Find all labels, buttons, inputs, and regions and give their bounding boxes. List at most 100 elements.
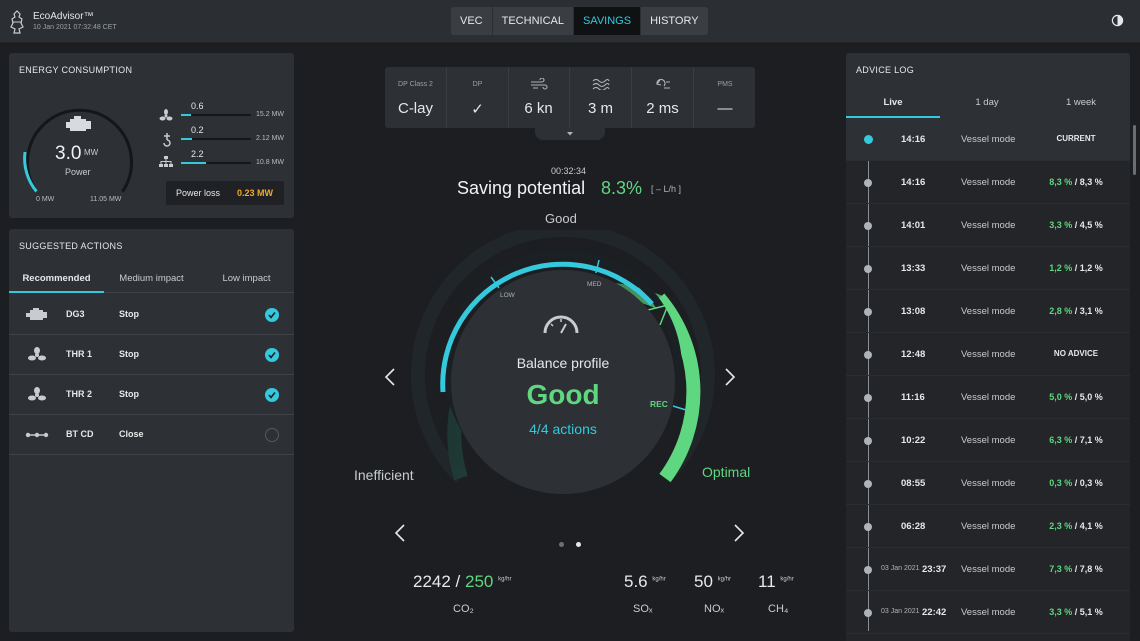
tab-medium-impact[interactable]: Medium impact — [104, 273, 199, 284]
action-name: DG3 — [66, 309, 85, 319]
log-mode: Vessel mode — [961, 521, 1016, 532]
propeller-icon — [159, 109, 173, 121]
nox-value: 50 kg/hr — [694, 572, 731, 592]
ch4-unit: kg/hr — [780, 576, 794, 583]
log-savings: 3,3 % / 5,1 % — [1049, 607, 1103, 617]
action-checkbox[interactable] — [265, 388, 279, 402]
advice-log-row[interactable]: 08:55 Vessel mode 0,3 % / 0,3 % — [846, 462, 1130, 505]
log-mode: Vessel mode — [961, 392, 1016, 403]
timeline-dot — [864, 480, 872, 488]
gauge-left-label: Inefficient — [354, 467, 414, 483]
crest-logo-icon — [10, 10, 24, 34]
action-row-dg3[interactable]: DG3 Stop — [9, 295, 294, 335]
log-saving-potential: 0,3 % — [1079, 478, 1103, 488]
log-savings: 2,3 % / 4,1 % — [1049, 521, 1103, 531]
log-time: 14:16 — [901, 177, 926, 188]
hotel-load-value: 2.2 — [191, 149, 204, 159]
timeline-dot — [864, 394, 872, 402]
power-label: Power — [65, 167, 91, 177]
saving-potential-unit: [ – L/h ] — [651, 184, 682, 194]
log-time: 23:37 — [922, 564, 947, 575]
action-checkbox[interactable] — [265, 348, 279, 362]
tab-1-week[interactable]: 1 week — [1034, 97, 1128, 108]
engine-icon — [26, 308, 47, 320]
check-icon — [268, 312, 276, 319]
advice-log-row[interactable]: 03 Jan 2021 23:37 Vessel mode 7,3 % / 7,8 % — [846, 548, 1130, 591]
main-tabs: VEC TECHNICAL SAVINGS HISTORY — [451, 7, 708, 35]
tab-history[interactable]: HISTORY — [641, 7, 708, 35]
tab-recommended[interactable]: Recommended — [9, 273, 104, 284]
timeline-dot — [864, 222, 872, 230]
log-time: 12:48 — [901, 349, 926, 360]
log-savings: 5,0 % / 5,0 % — [1049, 392, 1103, 402]
action-row-thr2[interactable]: THR 2 Stop — [9, 375, 294, 415]
tab-live[interactable]: Live — [846, 97, 940, 108]
log-time: 14:16 — [901, 134, 926, 145]
advice-log-row[interactable]: 10:22 Vessel mode 6,3 % / 7,1 % — [846, 419, 1130, 462]
propulsion-value: 0.6 — [191, 101, 204, 111]
ch4-value: 11 kg/hr — [758, 572, 794, 592]
action-label: Stop — [119, 349, 139, 359]
advice-log-row[interactable]: 03 Jan 2021 22:42 Vessel mode 3,3 % / 5,1 % — [846, 591, 1130, 634]
action-row-thr1[interactable]: THR 1 Stop — [9, 335, 294, 375]
log-saving-potential: 1,2 % — [1079, 263, 1103, 273]
sox-number: 5.6 — [624, 572, 648, 591]
power-gauge — [23, 108, 133, 193]
action-row-bt-cd[interactable]: BT CD Close — [9, 415, 294, 455]
tab-1-day[interactable]: 1 day — [940, 97, 1034, 108]
condition-label: DP — [472, 81, 483, 88]
tab-technical[interactable]: TECHNICAL — [493, 7, 574, 35]
advice-log-row[interactable]: 14:01 Vessel mode 3,3 % / 4,5 % — [846, 204, 1130, 247]
advice-log-row[interactable]: 12:48 Vessel mode NO ADVICE — [846, 333, 1130, 376]
tab-vec[interactable]: VEC — [451, 7, 493, 35]
action-checkbox[interactable] — [265, 308, 279, 322]
tab-low-impact[interactable]: Low impact — [199, 273, 294, 284]
log-mode: Vessel mode — [961, 263, 1016, 274]
action-label: Close — [119, 429, 144, 439]
condition-label: DP Class 2 — [398, 81, 433, 88]
gauge-top-label: Good — [545, 211, 577, 226]
gauge-prev-arrow-icon[interactable] — [383, 367, 397, 387]
condition-value: 2 ms — [646, 100, 679, 117]
action-checkbox[interactable] — [265, 428, 279, 442]
log-mode: Vessel mode — [961, 607, 1016, 618]
tab-savings[interactable]: SAVINGS — [573, 7, 642, 35]
log-mode: Vessel mode — [961, 306, 1016, 317]
log-saving-potential: 4,5 % — [1079, 220, 1103, 230]
advice-log-row[interactable]: 14:16 Vessel mode CURRENT — [846, 118, 1130, 161]
balance-profile-title: Balance profile — [516, 355, 610, 371]
advice-log-row[interactable]: 14:16 Vessel mode 8,3 % / 8,3 % — [846, 161, 1130, 204]
pager-dot-2[interactable] — [576, 542, 581, 547]
sox-value: 5.6 kg/hr — [624, 572, 666, 592]
gauge-next-arrow-icon[interactable] — [723, 367, 737, 387]
theme-toggle-icon[interactable] — [1111, 14, 1124, 27]
advice-log-row[interactable]: 11:16 Vessel mode 5,0 % / 5,0 % — [846, 376, 1130, 419]
log-time: 06:28 — [901, 521, 926, 532]
advice-log-scrollbar[interactable] — [1133, 125, 1136, 175]
emissions-next-arrow-icon[interactable] — [732, 523, 746, 543]
log-saving-potential: 4,1 % — [1079, 521, 1103, 531]
advice-log-row[interactable]: 06:28 Vessel mode 2,3 % / 4,1 % — [846, 505, 1130, 548]
timeline-dot — [864, 609, 872, 617]
advice-log-row[interactable]: 13:08 Vessel mode 2,8 % / 3,1 % — [846, 290, 1130, 333]
power-scale-min: 0 MW — [36, 196, 55, 203]
log-saving-potential: 5,1 % — [1079, 607, 1103, 617]
log-time: 14:01 — [901, 220, 926, 231]
condition-value: — — [717, 100, 733, 117]
log-saving-achieved: 2,8 % — [1049, 306, 1073, 316]
energy-consumption-panel: ENERGY CONSUMPTION 3.0 MW Power 0 MW 11.… — [9, 53, 294, 218]
balance-profile-actions[interactable]: 4/4 actions — [463, 421, 663, 437]
log-saving-achieved: 2,3 % — [1049, 521, 1073, 531]
log-mode: Vessel mode — [961, 349, 1016, 360]
emissions-prev-arrow-icon[interactable] — [393, 523, 407, 543]
log-saving-achieved: 8,3 % — [1049, 177, 1073, 187]
conditions-expand-tab[interactable] — [535, 128, 605, 140]
pager-dot-1[interactable] — [559, 542, 564, 547]
condition-value: 6 kn — [524, 100, 553, 117]
propeller-icon — [28, 347, 46, 361]
log-status: NO ADVICE — [1053, 349, 1099, 358]
propulsion-max: 15.2 MW — [256, 111, 285, 118]
advice-log-row[interactable]: 13:33 Vessel mode 1,2 % / 1,2 % — [846, 247, 1130, 290]
condition-label: PMS — [717, 81, 733, 88]
suggested-actions-title: SUGGESTED ACTIONS — [19, 241, 123, 251]
